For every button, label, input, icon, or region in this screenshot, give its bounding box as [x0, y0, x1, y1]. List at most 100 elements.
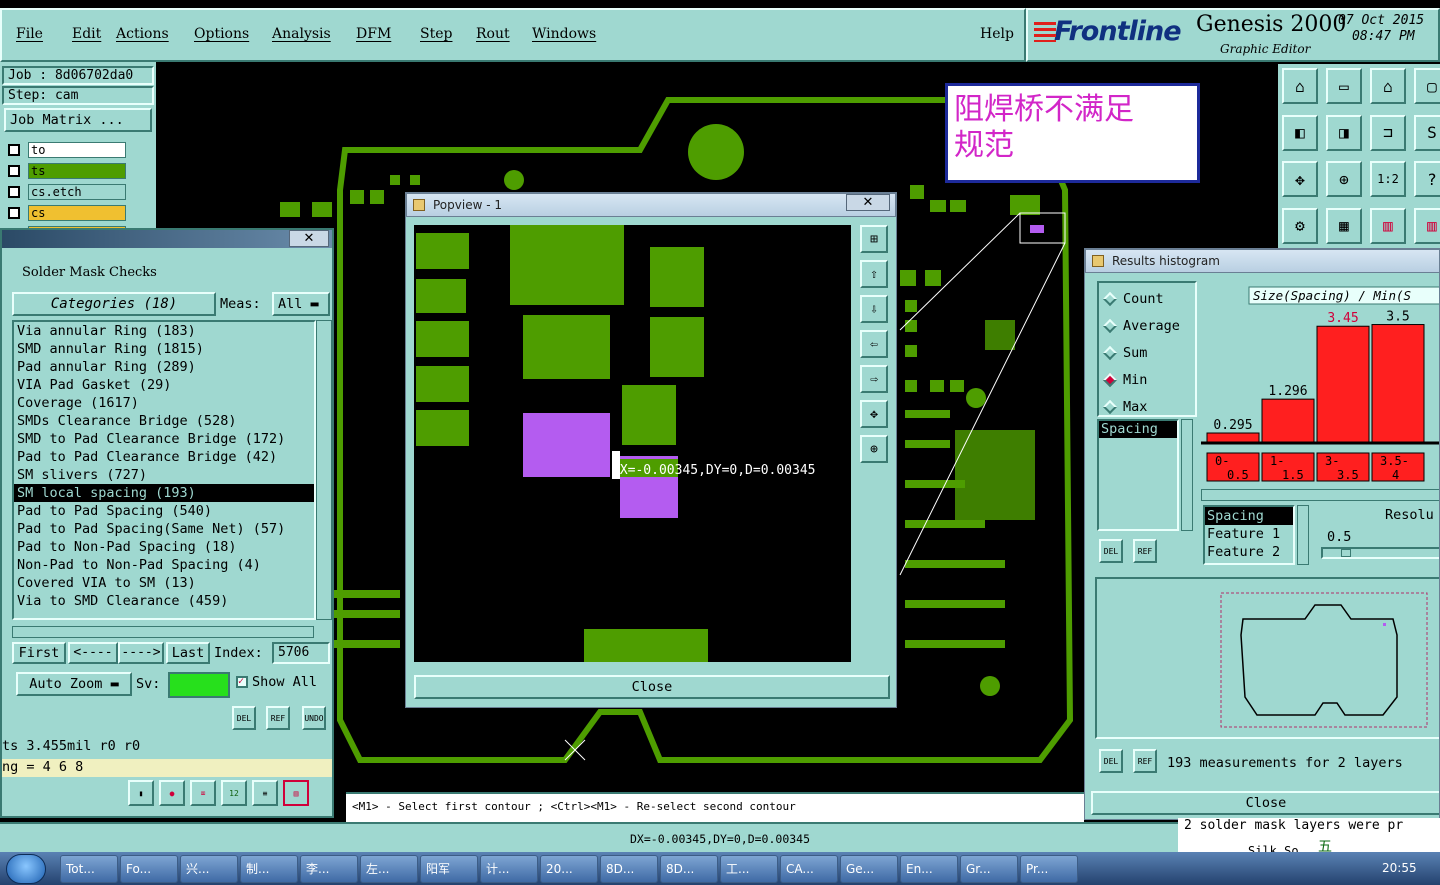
feature-list-scroll[interactable] — [1297, 505, 1309, 565]
bt-12-icon[interactable]: 12 — [221, 780, 247, 806]
tool-home-icon[interactable]: ⌂ — [1282, 68, 1318, 104]
hist-del-button[interactable]: DEL — [1099, 539, 1123, 563]
tool-layers2-icon[interactable]: ▥ — [1414, 207, 1440, 244]
menu-rout[interactable]: Rout — [476, 26, 532, 42]
menu-step[interactable]: Step — [420, 26, 476, 42]
pv-up-icon[interactable]: ⇧ — [860, 260, 888, 288]
pv-center-icon[interactable]: ⊕ — [860, 435, 888, 463]
tool-monitor-icon[interactable]: ▭ — [1326, 68, 1362, 104]
job-matrix-button[interactable]: Job Matrix ... — [4, 108, 152, 132]
next-button[interactable]: ----> — [118, 642, 164, 664]
taskbar-item[interactable]: Pr... — [1020, 855, 1078, 883]
bt-note-icon[interactable]: ≡ — [252, 780, 278, 806]
layer-row[interactable]: cs.etch — [4, 182, 126, 201]
prev-button[interactable]: <---- — [68, 642, 118, 664]
taskbar-item[interactable]: 兴... — [180, 855, 238, 883]
taskbar-item[interactable]: 左... — [360, 855, 418, 883]
popview-close-icon[interactable]: ✕ — [846, 194, 890, 211]
check-list-hscroll[interactable] — [12, 626, 314, 638]
ime-indicator[interactable]: 五 — [1318, 836, 1332, 856]
menu-help[interactable]: Help — [980, 26, 1014, 42]
layer-checkbox[interactable] — [8, 206, 20, 219]
taskbar-item[interactable]: Fo... — [120, 855, 178, 883]
pv-right-icon[interactable]: ⇨ — [860, 365, 888, 393]
layer-checkbox[interactable] — [8, 164, 20, 177]
spacing-list[interactable]: Spacing — [1097, 419, 1179, 531]
check-list-scrollbar[interactable] — [316, 320, 332, 620]
taskbar-item[interactable]: 李... — [300, 855, 358, 883]
pv-zoom-in-icon[interactable]: ⊞ — [860, 225, 888, 253]
mode-average[interactable]: Average — [1099, 312, 1195, 339]
popview-close-button[interactable]: Close — [414, 675, 890, 699]
bt-chart-icon[interactable]: ▥ — [283, 780, 309, 806]
layer-checkbox[interactable] — [8, 185, 20, 198]
check-item[interactable]: SM local spacing (193) — [14, 484, 314, 502]
tool-bracket-icon[interactable]: ⊐ — [1370, 114, 1406, 151]
bt-ref-icon[interactable]: ⌧ — [190, 780, 216, 806]
check-item[interactable]: SMD annular Ring (1815) — [14, 340, 314, 358]
hist-ref-button[interactable]: REF — [1133, 539, 1157, 563]
check-item[interactable]: SM slivers (727) — [14, 466, 314, 484]
check-item[interactable]: Covered VIA to SM (13) — [14, 574, 314, 592]
menu-windows[interactable]: Windows — [532, 26, 606, 42]
mode-min[interactable]: Min — [1099, 366, 1195, 393]
feature-list[interactable]: Spacing Feature 1 Feature 2 — [1203, 505, 1295, 565]
check-item[interactable]: Pad to Non-Pad Spacing (18) — [14, 538, 314, 556]
tool-layers-icon[interactable]: ▥ — [1370, 207, 1406, 244]
start-button[interactable] — [6, 854, 46, 884]
layer-checkbox[interactable] — [8, 143, 20, 156]
mode-sum[interactable]: Sum — [1099, 339, 1195, 366]
taskbar-item[interactable]: 8D... — [660, 855, 718, 883]
taskbar-item[interactable]: 制... — [240, 855, 298, 883]
check-item[interactable]: Pad to Pad Spacing(Same Net) (57) — [14, 520, 314, 538]
feature-list-item[interactable]: Feature 1 — [1205, 525, 1293, 543]
auto-zoom-select[interactable]: Auto Zoom ▬ — [16, 672, 132, 696]
hist-ref-button-2[interactable]: REF — [1133, 749, 1157, 773]
tool-scale-icon[interactable]: 1:2 — [1370, 161, 1406, 197]
layer-row[interactable]: to — [4, 140, 126, 159]
taskbar-item[interactable]: En... — [900, 855, 958, 883]
menu-dfm[interactable]: DFM — [356, 26, 420, 42]
pv-left-icon[interactable]: ⇦ — [860, 330, 888, 358]
taskbar-item[interactable]: Tot... — [60, 855, 118, 883]
hist-hscroll[interactable] — [1201, 489, 1439, 501]
resolution-slider-thumb[interactable] — [1341, 549, 1351, 557]
taskbar-item[interactable]: 工... — [720, 855, 778, 883]
check-item[interactable]: VIA Pad Gasket (29) — [14, 376, 314, 394]
taskbar-item[interactable]: 阳军 — [420, 855, 478, 883]
last-button[interactable]: Last — [166, 642, 210, 664]
check-item[interactable]: SMDs Clearance Bridge (528) — [14, 412, 314, 430]
feature-list-item[interactable]: Feature 2 — [1205, 543, 1293, 561]
taskbar-item[interactable]: 计... — [480, 855, 538, 883]
popview-canvas[interactable] — [414, 225, 851, 662]
menu-actions[interactable]: Actions — [116, 26, 194, 42]
menu-edit[interactable]: Edit — [72, 26, 116, 42]
index-input[interactable]: 5706 — [272, 642, 330, 664]
tool-s-icon[interactable]: S — [1414, 114, 1440, 151]
tool-help-icon[interactable]: ? — [1414, 161, 1440, 197]
checks-undo-button[interactable]: UNDO — [302, 706, 326, 730]
bt-record-icon[interactable]: ● — [159, 780, 185, 806]
taskbar-item[interactable]: CA... — [780, 855, 838, 883]
tool-move-left-icon[interactable]: ◧ — [1282, 114, 1318, 151]
check-item[interactable]: Non-Pad to Non-Pad Spacing (4) — [14, 556, 314, 574]
tool-house-icon[interactable]: ⌂ — [1370, 68, 1406, 104]
feature-list-item[interactable]: Spacing — [1205, 507, 1293, 525]
check-item[interactable]: Via to SMD Clearance (459) — [14, 592, 314, 610]
check-item[interactable]: Via annular Ring (183) — [14, 322, 314, 340]
menu-file[interactable]: File — [16, 26, 72, 42]
histogram-close-button[interactable]: Close — [1091, 791, 1439, 815]
histogram-chart[interactable]: Size(Spacing) / Min(S 0.295 0-0.5 1.296 1-1.… — [1201, 283, 1440, 483]
spacing-item[interactable]: Spacing — [1099, 421, 1177, 438]
layer-row[interactable]: ts — [4, 161, 126, 180]
check-item[interactable]: Pad to Pad Clearance Bridge (42) — [14, 448, 314, 466]
resolution-slider[interactable] — [1321, 547, 1439, 559]
menu-options[interactable]: Options — [194, 26, 272, 42]
tool-fit-icon[interactable]: ✥ — [1282, 161, 1318, 197]
check-item[interactable]: SMD to Pad Clearance Bridge (172) — [14, 430, 314, 448]
tool-settings-icon[interactable]: ⚙ — [1282, 207, 1318, 244]
layer-row[interactable]: cs — [4, 203, 126, 222]
meas-select[interactable]: All ▬ — [272, 292, 330, 316]
taskbar-item[interactable]: Gr... — [960, 855, 1018, 883]
show-all-checkbox[interactable]: ✓ — [236, 676, 248, 688]
